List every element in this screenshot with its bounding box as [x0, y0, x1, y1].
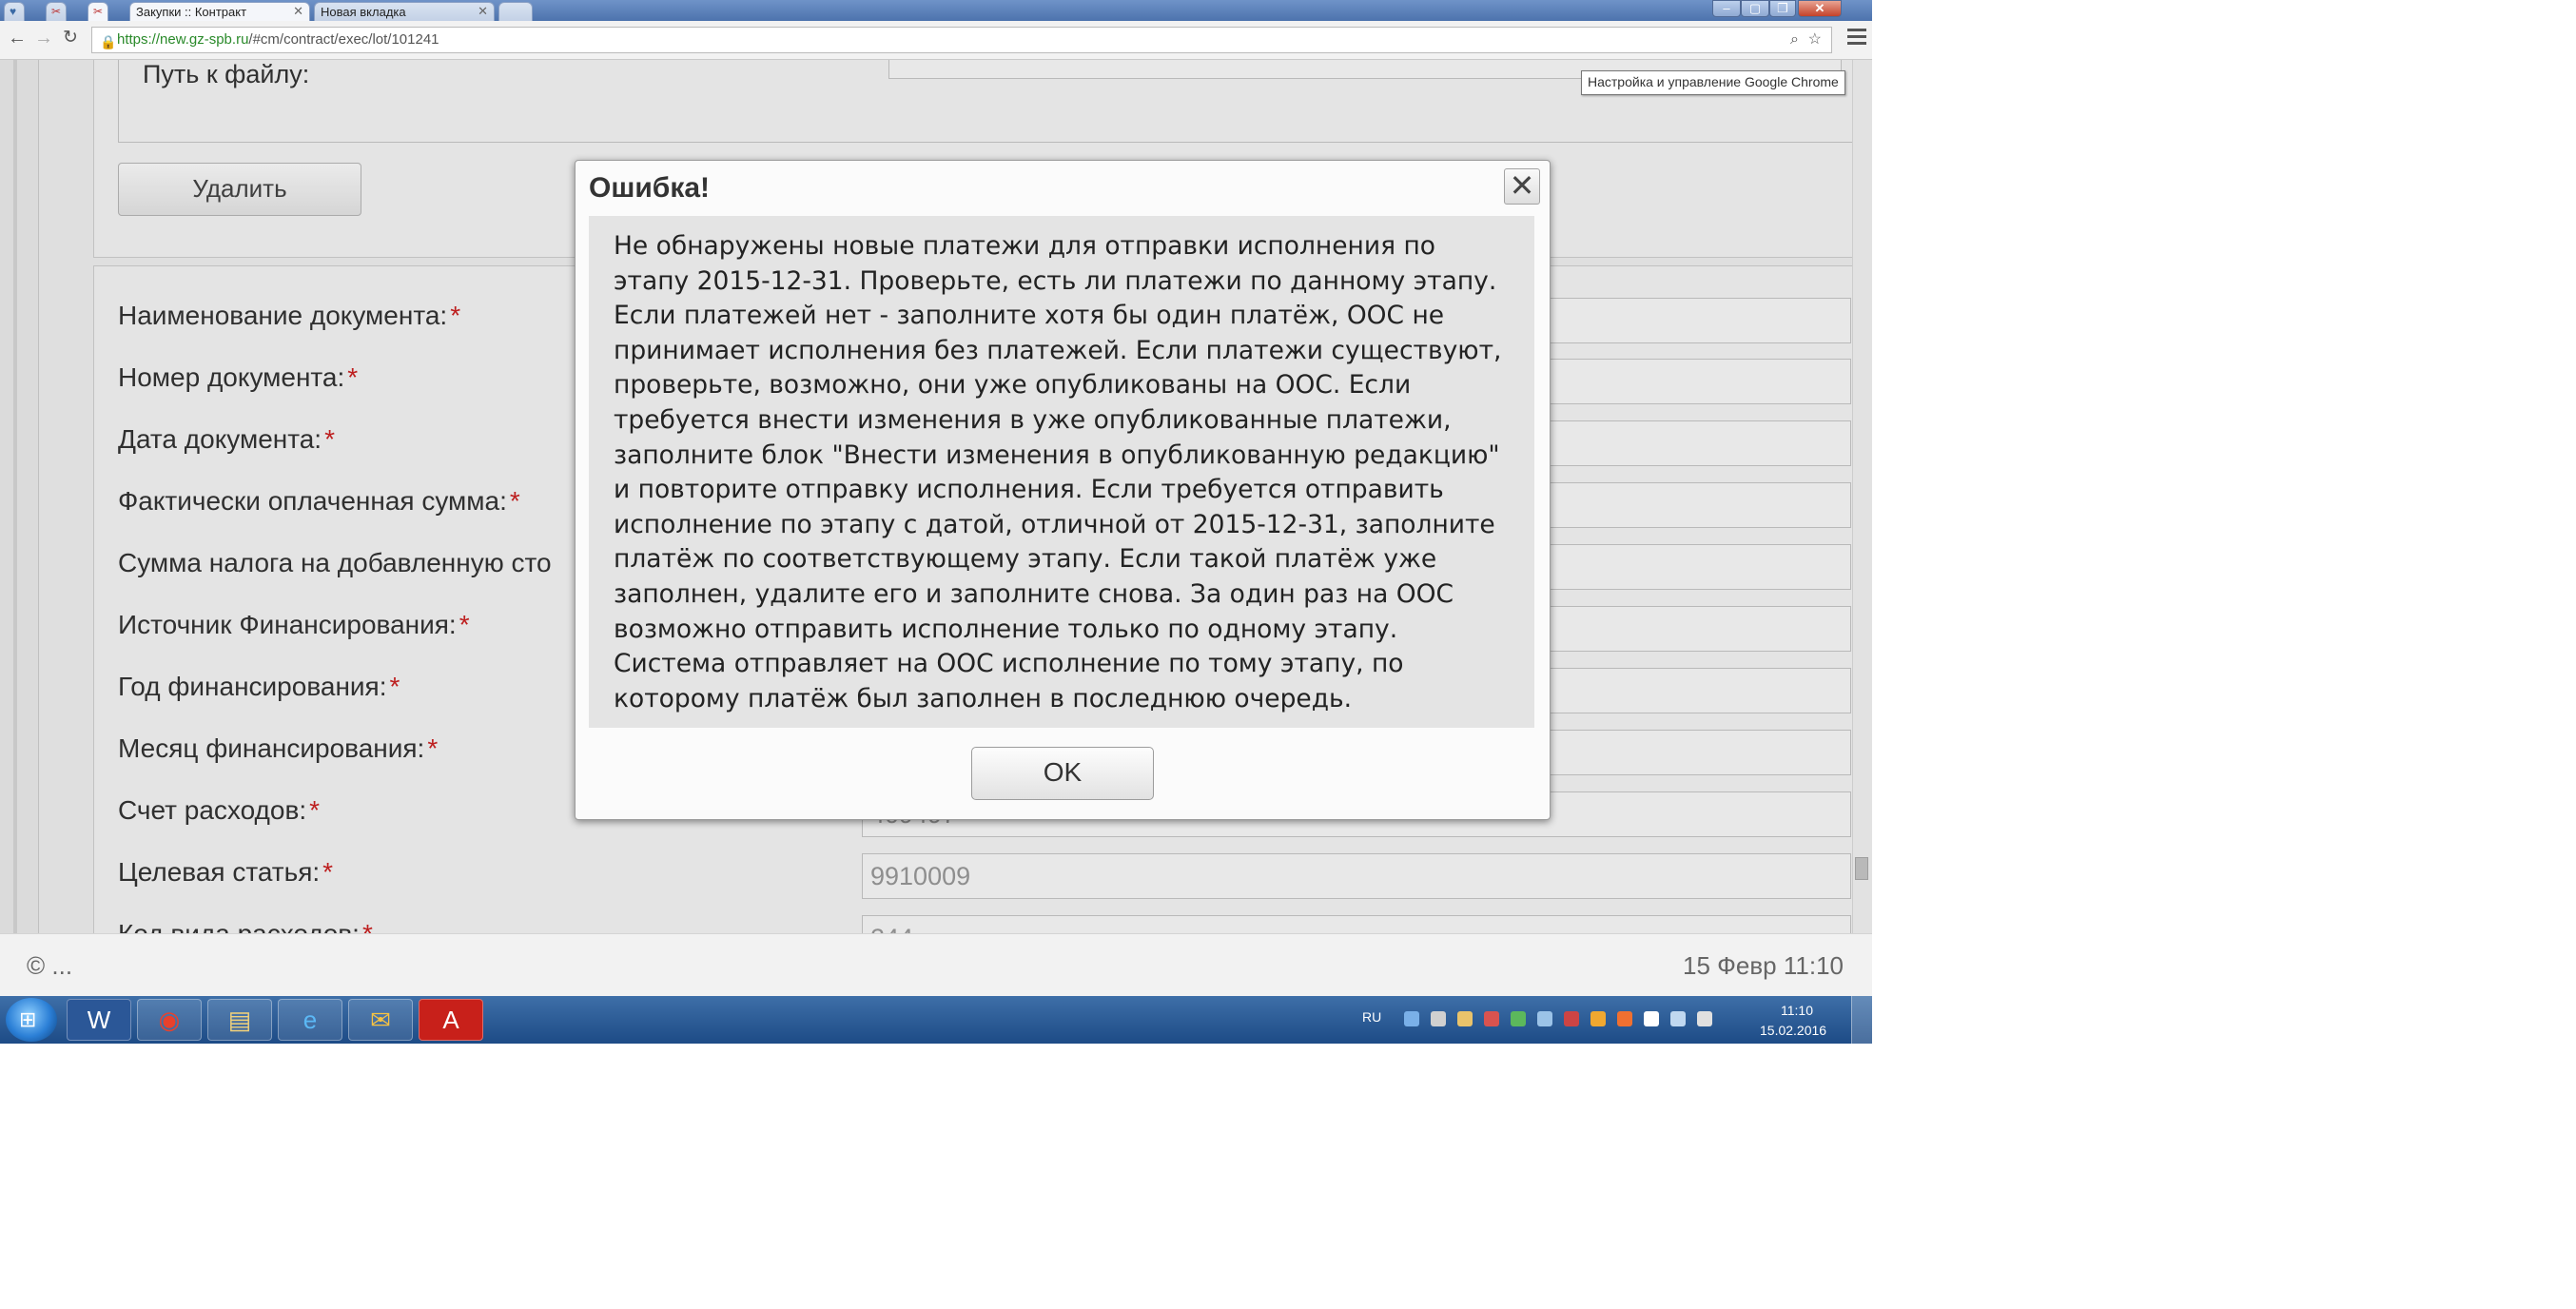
windows-logo-icon: ⊞ [19, 1007, 37, 1031]
url-path: /#cm/contract/exec/lot/101241 [248, 31, 439, 48]
clock-date[interactable]: 15.02.2016 [1760, 1023, 1826, 1038]
forward-icon[interactable]: → [34, 29, 53, 48]
error-dialog: Ошибка! ✕ Не обнаружены новые платежи дл… [575, 160, 1551, 820]
close-tab-icon[interactable]: ✕ [293, 4, 303, 19]
internet-explorer-icon[interactable]: e [278, 999, 342, 1041]
language-indicator[interactable]: RU [1362, 1009, 1381, 1025]
pinned-tab[interactable]: ✂ [88, 2, 108, 21]
tray-app-icon[interactable] [1484, 1011, 1499, 1026]
outlook-icon[interactable]: ✉ [348, 999, 413, 1041]
tray-app-icon[interactable] [1511, 1011, 1526, 1026]
close-tab-icon[interactable]: ✕ [478, 4, 488, 19]
back-icon[interactable]: ← [8, 29, 27, 48]
footer-datetime: 15 Февр 11:10 [1683, 951, 1844, 980]
network-icon[interactable] [1670, 1011, 1686, 1026]
chrome-toolbar: ← → ↻ 🔒 https://new.gz-spb.ru/#cm/contra… [0, 21, 1872, 60]
url-host: https://new.gz-spb.ru [117, 31, 249, 48]
tray-app-icon[interactable] [1457, 1011, 1473, 1026]
vk-icon: ♥ [10, 5, 17, 18]
word-icon[interactable]: W [67, 999, 131, 1041]
bluetooth-icon[interactable] [1404, 1011, 1419, 1026]
site-icon: ✂ [93, 5, 104, 18]
dialog-title: Ошибка! [589, 172, 711, 204]
start-button[interactable]: ⊞ [6, 998, 57, 1042]
menu-tooltip: Настройка и управление Google Chrome [1581, 70, 1845, 95]
close-icon[interactable]: ✕ [1504, 168, 1540, 205]
address-bar[interactable]: 🔒 https://new.gz-spb.ru/#cm/contract/exe… [91, 27, 1832, 53]
site-icon: ✂ [51, 5, 62, 18]
close-window-button[interactable]: ✕ [1798, 0, 1842, 17]
chrome-titlebar: ♥ ✂ ✂ Закупки :: Контракт ✕ Новая вкладк… [0, 0, 1872, 21]
pinned-tab[interactable]: ✂ [46, 2, 67, 21]
minimize-button[interactable]: – [1712, 0, 1741, 17]
lock-icon: 🔒 [100, 34, 117, 49]
tray-app-icon[interactable] [1564, 1011, 1579, 1026]
pinned-tab[interactable]: ♥ [4, 2, 25, 21]
maximize-button[interactable]: ❐ [1769, 0, 1796, 17]
reload-icon[interactable]: ↻ [63, 29, 78, 48]
show-desktop-button[interactable] [1851, 996, 1872, 1044]
volume-icon[interactable] [1697, 1011, 1712, 1026]
windows-taskbar: ⊞ W ◉ ▤ e ✉ A RU [0, 996, 1872, 1044]
footer-copyright: © ... [27, 951, 73, 980]
new-tab-button[interactable] [498, 2, 533, 21]
chrome-menu-icon[interactable] [1847, 29, 1866, 49]
error-message: Не обнаружены новые платежи для отправки… [589, 216, 1534, 728]
ok-button[interactable]: OK [971, 747, 1154, 800]
restore-button[interactable]: ▢ [1741, 0, 1769, 17]
bookmark-star-icon[interactable]: ☆ [1808, 28, 1822, 52]
tray-app-icon[interactable] [1537, 1011, 1552, 1026]
chrome-icon[interactable]: ◉ [137, 999, 202, 1041]
explorer-icon[interactable]: ▤ [207, 999, 272, 1041]
tab-zakupki[interactable]: Закупки :: Контракт ✕ [129, 2, 310, 21]
tray-app-icon[interactable] [1590, 1011, 1606, 1026]
tab-label: Закупки :: Контракт [136, 5, 247, 19]
tray-app-icon[interactable] [1431, 1011, 1446, 1026]
page-footer: © ... 15 Февр 11:10 [0, 933, 1872, 997]
tab-label: Новая вкладка [321, 5, 406, 19]
clock-time[interactable]: 11:10 [1781, 1003, 1813, 1018]
tab-new[interactable]: Новая вкладка ✕ [314, 2, 495, 21]
flag-icon[interactable] [1644, 1011, 1659, 1026]
tray-app-icon[interactable] [1617, 1011, 1632, 1026]
screen: ♥ ✂ ✂ Закупки :: Контракт ✕ Новая вкладк… [0, 0, 1872, 1044]
acrobat-icon[interactable]: A [419, 999, 483, 1041]
zoom-icon[interactable]: ⌕ [1790, 28, 1799, 52]
